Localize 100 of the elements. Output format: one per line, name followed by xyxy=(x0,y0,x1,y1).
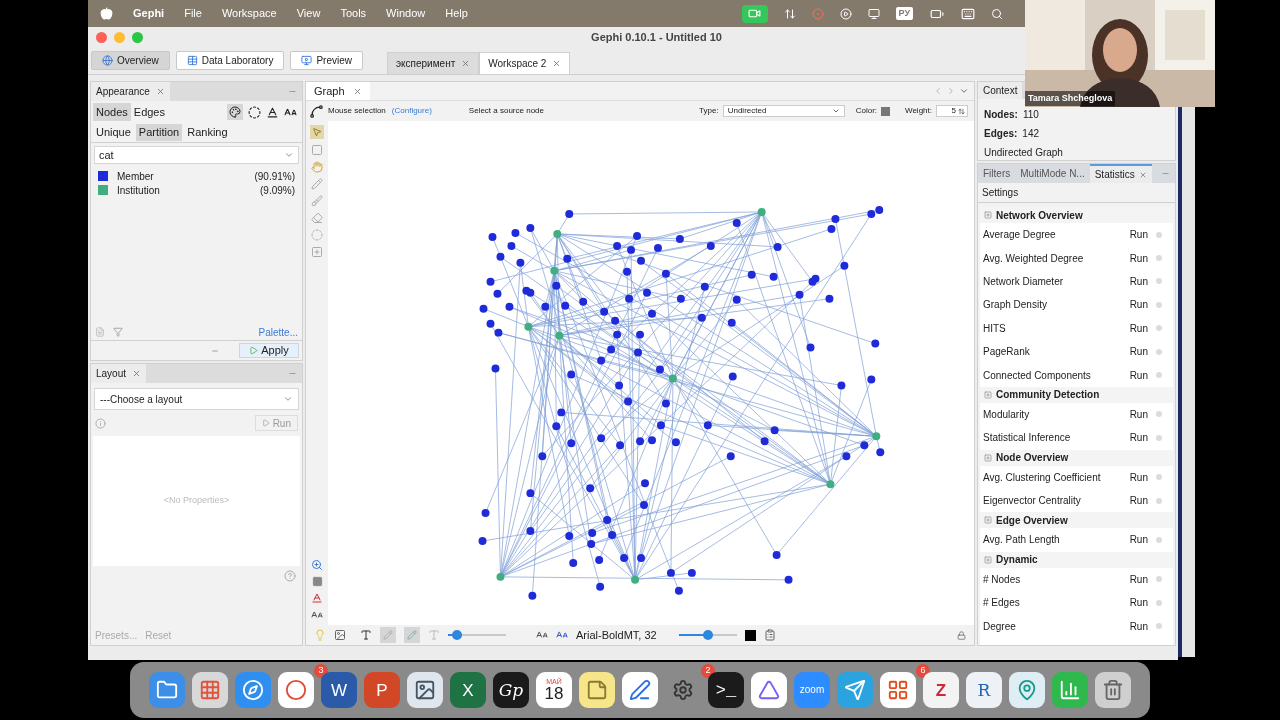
attribute-select[interactable]: cat xyxy=(94,146,299,164)
run-button[interactable]: Run xyxy=(1129,493,1148,509)
menu-item[interactable]: File xyxy=(184,5,202,22)
statistic-name: Graph Density xyxy=(983,298,1047,313)
app-glyph: 18 xyxy=(544,685,564,702)
panel-tab[interactable]: Graph xyxy=(306,82,370,100)
partition-share: (9.09%) xyxy=(260,183,295,198)
menu-item[interactable]: Tools xyxy=(340,5,367,22)
dock-app-icon[interactable]: Z xyxy=(923,672,959,708)
app-glyph: Z xyxy=(935,681,947,699)
toggle-tab[interactable]: Ranking xyxy=(184,123,231,141)
statistic-name: HITS xyxy=(983,321,1006,336)
layout-select[interactable]: ---Choose a layout xyxy=(94,388,299,410)
statistic-name: Modularity xyxy=(983,407,1030,422)
statistic-name: Avg. Weighted Degree xyxy=(983,251,1084,266)
statistic-name: Avg. Clustering Coefficient xyxy=(983,470,1101,485)
run-button[interactable]: Run xyxy=(1129,618,1148,634)
weight-field[interactable]: 5 xyxy=(936,105,968,117)
menu-item[interactable]: Help xyxy=(445,5,468,22)
dock-app-icon[interactable]: P xyxy=(364,672,400,708)
panel-tab[interactable]: Appearance xyxy=(91,82,170,101)
panel-tab[interactable]: Statistics xyxy=(1089,164,1152,183)
run-button[interactable]: Run xyxy=(1129,430,1148,446)
app-glyph: W xyxy=(330,681,347,699)
group-title: Edge Overview xyxy=(996,513,1068,528)
menu-item[interactable]: Workspace xyxy=(221,5,277,22)
type-select[interactable]: Undirected xyxy=(722,105,845,117)
app-glyph: >_ xyxy=(715,681,737,699)
toggle-tab[interactable]: Nodes xyxy=(93,103,131,121)
mode-button[interactable]: Overview xyxy=(91,51,170,70)
dock-app-icon[interactable]: Gp xyxy=(493,672,529,708)
statistic-name: Avg. Path Length xyxy=(983,533,1060,548)
app-glyph: P xyxy=(376,681,388,699)
statistic-name: # Edges xyxy=(983,596,1020,611)
mode-button[interactable]: Data Laboratory xyxy=(175,51,285,70)
panel-tab[interactable]: Context xyxy=(978,82,1023,99)
graph-type: Undirected Graph xyxy=(984,146,1064,160)
run-button[interactable]: Run xyxy=(1129,344,1148,360)
panel-tab[interactable]: Layout xyxy=(91,364,147,383)
stat-label: Nodes: xyxy=(984,108,1018,122)
weight-label: Weight: xyxy=(905,105,932,117)
palette-link[interactable]: Palette... xyxy=(258,324,298,340)
group-title: Community Detection xyxy=(996,388,1100,403)
toggle-tab[interactable]: Edges xyxy=(130,103,168,121)
workspace-tab[interactable]: Workspace 2 xyxy=(479,52,571,74)
window-title: Gephi 0.10.1 - Untitled 10 xyxy=(591,30,722,46)
mode-button[interactable]: Preview xyxy=(290,51,363,70)
run-button[interactable]: Run xyxy=(1129,532,1148,548)
settings-button[interactable]: Settings xyxy=(982,185,1019,200)
run-button[interactable]: Run xyxy=(1129,595,1148,611)
menu-item[interactable]: Window xyxy=(386,5,426,22)
empty-properties-text: <No Properties> xyxy=(163,494,230,508)
group-title: Network Overview xyxy=(996,208,1083,223)
run-button[interactable]: Run xyxy=(1129,469,1148,485)
app-glyph: R xyxy=(977,681,991,699)
color-label: Color: xyxy=(855,105,877,117)
toggle-tab[interactable]: Partition xyxy=(135,123,183,141)
configure-link[interactable]: (Configure) xyxy=(391,105,432,117)
dock-app-icon[interactable]: W xyxy=(321,672,357,708)
partition-share: (90.91%) xyxy=(254,169,295,184)
dock-app-icon[interactable]: X xyxy=(450,672,486,708)
statistic-name: Network Diameter xyxy=(983,274,1064,289)
statistic-name: Statistical Inference xyxy=(983,431,1071,446)
run-button[interactable]: Run xyxy=(1129,297,1148,313)
stat-value: 142 xyxy=(1022,127,1040,141)
statistic-name: Eigenvector Centrality xyxy=(983,494,1081,509)
group-title: Node Overview xyxy=(996,451,1069,465)
panel-tab[interactable]: MultiMode N... xyxy=(1015,164,1090,183)
statistic-name: Average Degree xyxy=(983,228,1056,243)
toggle-tab[interactable]: Unique xyxy=(93,123,134,141)
dock-app-icon[interactable]: >_ xyxy=(708,672,744,708)
group-title: Dynamic xyxy=(996,553,1038,568)
run-button[interactable]: Run xyxy=(1129,406,1148,422)
run-button[interactable]: Run xyxy=(1129,367,1148,383)
input-source-indicator[interactable]: РУ xyxy=(895,6,913,21)
participant-name: Tamara Shcheglova xyxy=(1025,90,1116,106)
statistic-name: PageRank xyxy=(983,345,1030,360)
tool-name: Mouse selection xyxy=(328,105,386,117)
panel-tab[interactable]: Filters xyxy=(978,164,1016,183)
app-glyph: zoom xyxy=(799,685,825,695)
app-glyph: Gp xyxy=(498,681,524,699)
run-button[interactable]: Run xyxy=(1129,320,1148,336)
menu-item[interactable]: View xyxy=(296,5,321,22)
apply-button[interactable]: Apply xyxy=(239,343,299,358)
font-name[interactable]: Arial-BoldMT, 32 xyxy=(576,626,657,644)
statistic-name: Degree xyxy=(983,619,1016,634)
stat-label: Edges: xyxy=(984,127,1018,141)
app-name[interactable]: Gephi xyxy=(133,5,165,22)
run-button[interactable]: Run xyxy=(1129,571,1148,587)
statistic-name: # Nodes xyxy=(983,572,1021,587)
run-button[interactable]: Run xyxy=(1129,250,1148,266)
run-button[interactable]: Run xyxy=(1129,273,1148,289)
workspace-tab[interactable]: эксперимент xyxy=(387,52,480,74)
partition-label: Member xyxy=(117,169,154,184)
app-glyph: X xyxy=(462,681,474,699)
statistic-name: Connected Components xyxy=(983,368,1091,383)
dock-app-icon[interactable]: R xyxy=(966,672,1002,708)
stat-value: 110 xyxy=(1022,108,1039,122)
run-button[interactable]: Run xyxy=(1129,227,1148,243)
partition-label: Institution xyxy=(117,183,160,198)
